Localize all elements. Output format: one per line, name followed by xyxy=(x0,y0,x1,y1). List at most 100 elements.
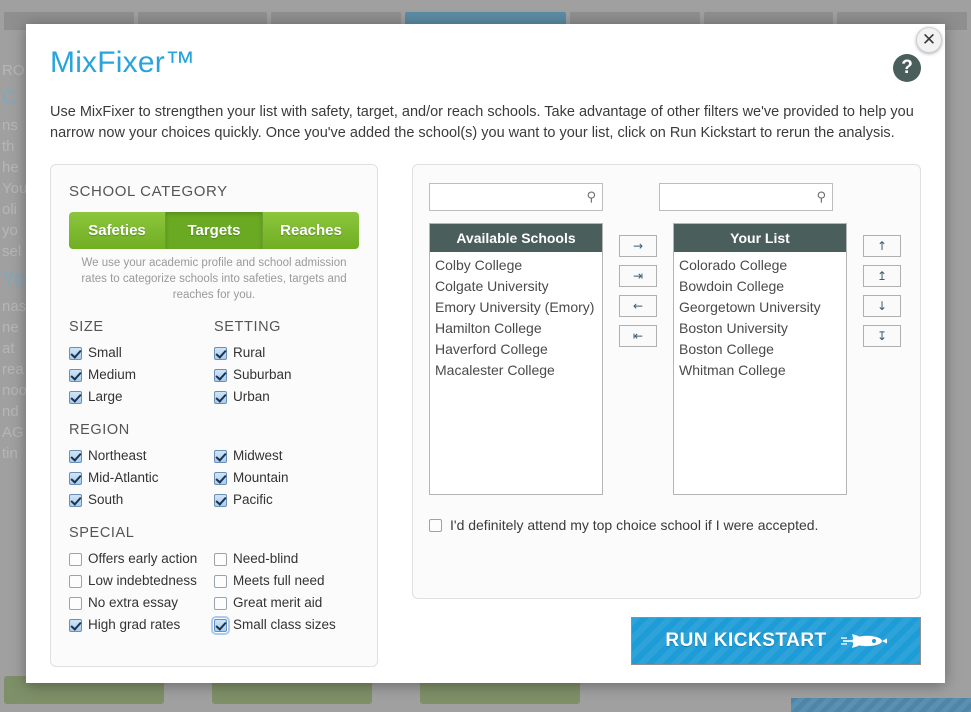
move-left-button[interactable]: ← xyxy=(619,295,657,317)
list-item[interactable]: Bowdoin College xyxy=(674,276,846,297)
list-item[interactable]: Haverford College xyxy=(430,339,602,360)
checkbox-label: Offers early action xyxy=(88,551,198,566)
checkbox-label: Need-blind xyxy=(233,551,299,566)
your-list-items[interactable]: Colorado College Bowdoin College Georgetow… xyxy=(674,252,846,494)
move-all-left-button[interactable]: ⇤ xyxy=(619,325,657,347)
checkbox-row-suburban[interactable]: Suburban xyxy=(214,364,359,386)
help-icon[interactable]: ? xyxy=(893,54,921,82)
move-up-button[interactable]: ↑ xyxy=(863,235,901,257)
checkbox-label: Mountain xyxy=(233,470,289,485)
filter-heading: SIZE xyxy=(69,319,104,335)
yourlist-search-box[interactable]: ⚲ xyxy=(659,183,833,211)
checkbox-row-no-extra-essay[interactable]: No extra essay xyxy=(69,592,214,614)
category-button-safeties[interactable]: Safeties xyxy=(69,212,166,249)
list-item[interactable]: Georgetown University xyxy=(674,297,846,318)
checkbox-label: South xyxy=(88,492,124,507)
checkbox[interactable] xyxy=(214,346,227,360)
checkbox[interactable] xyxy=(69,552,82,566)
list-item[interactable]: Hamilton College xyxy=(430,318,602,339)
checkbox[interactable] xyxy=(69,368,82,382)
checkbox-label: Small xyxy=(88,345,122,360)
school-category-heading: SCHOOL CATEGORY xyxy=(69,183,228,200)
checkbox-label: Mid-Atlantic xyxy=(88,470,159,485)
checkbox-row-medium[interactable]: Medium xyxy=(69,364,214,386)
checkbox-row-northeast[interactable]: Northeast xyxy=(69,445,214,467)
filter-groups: SIZE SETTING Small Medium Large Rural Suburban… xyxy=(69,319,359,636)
attend-top-choice-row[interactable]: I'd definitely attend my top choice scho… xyxy=(429,517,904,533)
modal-description: Use MixFixer to strengthen your list wit… xyxy=(50,104,914,141)
checkbox-row-low-indebtedness[interactable]: Low indebtedness xyxy=(69,570,214,592)
checkbox-label: Rural xyxy=(233,345,266,360)
checkbox-row-small-class-sizes[interactable]: Small class sizes xyxy=(211,614,359,636)
move-all-right-button[interactable]: ⇥ xyxy=(619,265,657,287)
checkbox-row-rural[interactable]: Rural xyxy=(214,342,359,364)
school-category-toggle[interactable]: Safeties Targets Reaches xyxy=(69,212,359,249)
checkbox[interactable] xyxy=(214,449,227,463)
list-item[interactable]: Colgate University xyxy=(430,276,602,297)
list-item[interactable]: Macalester College xyxy=(430,360,602,381)
checkbox[interactable] xyxy=(214,596,227,610)
background-bottom-stripe xyxy=(791,698,971,712)
school-selection-panel: ⚲ ⚲ Available Schools Colby College Colga… xyxy=(412,164,921,599)
checkbox-row-mountain[interactable]: Mountain xyxy=(214,467,359,489)
yourlist-search-input[interactable] xyxy=(660,184,817,210)
checkbox[interactable] xyxy=(214,368,227,382)
checkbox-row-need-blind[interactable]: Need-blind xyxy=(214,548,359,570)
checkbox[interactable] xyxy=(214,574,227,588)
checkbox[interactable] xyxy=(69,390,82,404)
checkbox[interactable] xyxy=(214,471,227,485)
checkbox-row-great-merit-aid[interactable]: Great merit aid xyxy=(214,592,359,614)
filter-group-special: SPECIAL Offers early action Low indebtedne… xyxy=(69,525,359,636)
available-search-box[interactable]: ⚲ xyxy=(429,183,603,211)
filter-heading-secondary xyxy=(214,525,359,541)
available-search-input[interactable] xyxy=(430,184,587,210)
checkbox-row-pacific[interactable]: Pacific xyxy=(214,489,359,511)
checkbox-row-midwest[interactable]: Midwest xyxy=(214,445,359,467)
category-button-reaches[interactable]: Reaches xyxy=(263,212,359,249)
checkbox-label: Great merit aid xyxy=(233,595,323,610)
move-to-top-button[interactable]: ↥ xyxy=(863,265,901,287)
checkbox-row-small[interactable]: Small xyxy=(69,342,214,364)
checkbox-row-mid-atlantic[interactable]: Mid-Atlantic xyxy=(69,467,214,489)
attend-top-choice-label: I'd definitely attend my top choice scho… xyxy=(450,517,819,533)
list-item[interactable]: Colorado College xyxy=(674,255,846,276)
search-icon: ⚲ xyxy=(816,189,826,205)
list-item[interactable]: Colby College xyxy=(430,255,602,276)
checkbox[interactable] xyxy=(69,596,82,610)
attend-top-choice-checkbox[interactable] xyxy=(429,518,442,532)
checkbox-label: Large xyxy=(88,389,123,404)
checkbox[interactable] xyxy=(211,615,230,635)
list-item[interactable]: Boston University xyxy=(674,318,846,339)
checkbox-label: Northeast xyxy=(88,448,147,463)
checkbox[interactable] xyxy=(214,493,227,507)
checkbox[interactable] xyxy=(69,471,82,485)
list-item[interactable]: Emory University (Emory) xyxy=(430,297,602,318)
list-item[interactable]: Boston College xyxy=(674,339,846,360)
close-icon[interactable]: ✕ xyxy=(916,27,942,53)
checkbox-row-large[interactable]: Large xyxy=(69,386,214,408)
checkbox-row-offers-early-action[interactable]: Offers early action xyxy=(69,548,214,570)
checkbox[interactable] xyxy=(69,449,82,463)
run-kickstart-button[interactable]: RUN KICKSTART xyxy=(631,617,921,665)
list-item[interactable]: Whitman College xyxy=(674,360,846,381)
checkbox[interactable] xyxy=(69,493,82,507)
checkbox-label: Medium xyxy=(88,367,137,382)
move-to-bottom-button[interactable]: ↧ xyxy=(863,325,901,347)
filters-panel: SCHOOL CATEGORY Safeties Targets Reaches W… xyxy=(50,164,378,667)
checkbox[interactable] xyxy=(214,552,227,566)
available-schools-items[interactable]: Colby College Colgate University Emory Uni… xyxy=(430,252,602,494)
checkbox[interactable] xyxy=(69,346,82,360)
checkbox-label: High grad rates xyxy=(88,617,181,632)
checkbox[interactable] xyxy=(69,618,82,632)
transfer-buttons: → ⇥ ← ⇤ xyxy=(619,235,657,347)
category-button-targets[interactable]: Targets xyxy=(166,212,263,249)
checkbox[interactable] xyxy=(69,574,82,588)
checkbox-row-high-grad-rates[interactable]: High grad rates xyxy=(69,614,214,636)
move-down-button[interactable]: ↓ xyxy=(863,295,901,317)
checkbox-row-south[interactable]: South xyxy=(69,489,214,511)
order-buttons: ↑ ↥ ↓ ↧ xyxy=(863,235,901,347)
move-right-button[interactable]: → xyxy=(619,235,657,257)
checkbox-row-meets-full-need[interactable]: Meets full need xyxy=(214,570,359,592)
checkbox-row-urban[interactable]: Urban xyxy=(214,386,359,408)
checkbox[interactable] xyxy=(214,390,227,404)
